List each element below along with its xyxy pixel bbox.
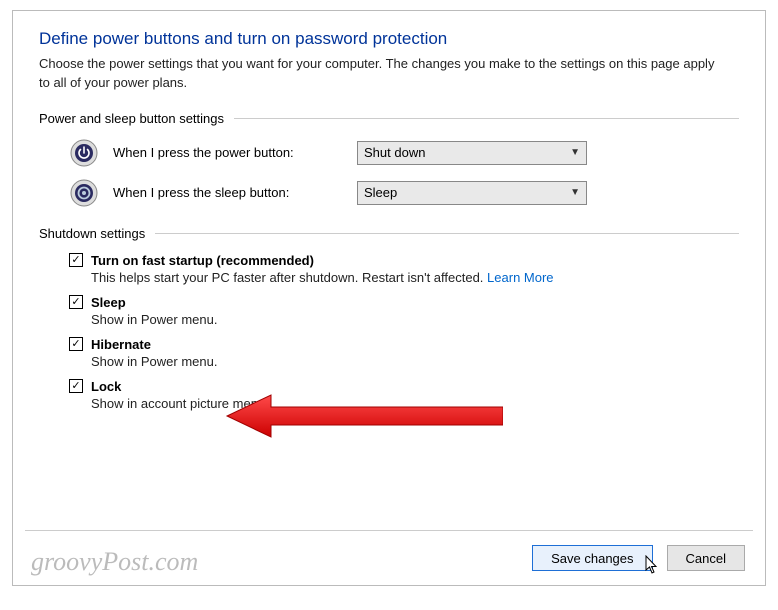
option-title: Lock — [91, 379, 121, 394]
select-value: Shut down — [364, 145, 425, 160]
option-title: Turn on fast startup (recommended) — [91, 253, 314, 268]
option-lock: ✓ Lock Show in account picture menu. — [69, 379, 739, 411]
section-label: Shutdown settings — [39, 226, 145, 241]
page-description: Choose the power settings that you want … — [39, 55, 719, 93]
power-button-select[interactable]: Shut down ▼ — [357, 141, 587, 165]
option-desc: Show in Power menu. — [91, 312, 739, 327]
chevron-down-icon: ▼ — [570, 187, 580, 198]
watermark: groovyPost.com — [31, 547, 198, 577]
option-desc: Show in Power menu. — [91, 354, 739, 369]
power-button-row: When I press the power button: Shut down… — [69, 138, 739, 168]
select-value: Sleep — [364, 185, 397, 200]
section-power-sleep: Power and sleep button settings — [39, 111, 739, 126]
power-button-label: When I press the power button: — [113, 145, 343, 160]
power-icon — [69, 138, 99, 168]
checkbox-sleep[interactable]: ✓ — [69, 295, 83, 309]
save-changes-button[interactable]: Save changes — [532, 545, 652, 571]
sleep-button-row: When I press the sleep button: Sleep ▼ — [69, 178, 739, 208]
section-shutdown: Shutdown settings — [39, 226, 739, 241]
option-title: Sleep — [91, 295, 126, 310]
settings-panel: Define power buttons and turn on passwor… — [12, 10, 766, 586]
page-title: Define power buttons and turn on passwor… — [39, 29, 739, 49]
option-desc: Show in account picture menu. — [91, 396, 739, 411]
sleep-button-label: When I press the sleep button: — [113, 185, 343, 200]
option-fast-startup: ✓ Turn on fast startup (recommended) Thi… — [69, 253, 739, 285]
option-hibernate: ✓ Hibernate Show in Power menu. — [69, 337, 739, 369]
checkbox-lock[interactable]: ✓ — [69, 379, 83, 393]
option-title: Hibernate — [91, 337, 151, 352]
divider — [155, 233, 739, 234]
sleep-icon — [69, 178, 99, 208]
shutdown-settings-list: ✓ Turn on fast startup (recommended) Thi… — [69, 253, 739, 411]
checkbox-hibernate[interactable]: ✓ — [69, 337, 83, 351]
sleep-button-select[interactable]: Sleep ▼ — [357, 181, 587, 205]
cancel-button[interactable]: Cancel — [667, 545, 745, 571]
divider — [234, 118, 739, 119]
dialog-footer: Save changes Cancel — [532, 545, 745, 571]
checkbox-fast-startup[interactable]: ✓ — [69, 253, 83, 267]
divider — [25, 530, 753, 531]
learn-more-link[interactable]: Learn More — [487, 270, 553, 285]
chevron-down-icon: ▼ — [570, 147, 580, 158]
option-desc: This helps start your PC faster after sh… — [91, 270, 739, 285]
option-sleep: ✓ Sleep Show in Power menu. — [69, 295, 739, 327]
section-label: Power and sleep button settings — [39, 111, 224, 126]
